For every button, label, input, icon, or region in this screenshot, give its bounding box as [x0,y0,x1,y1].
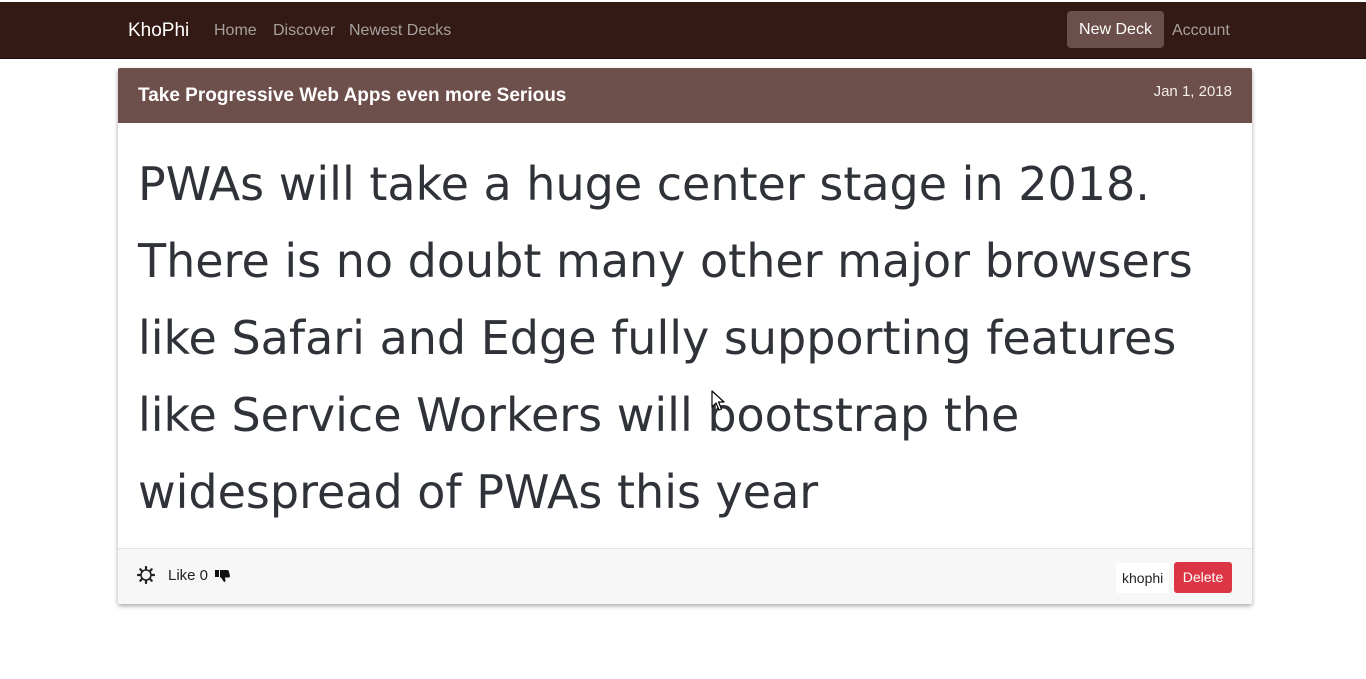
nav-home-link[interactable]: Home [214,21,257,41]
card-title: Take Progressive Web Apps even more Seri… [138,85,567,106]
deck-card: Take Progressive Web Apps even more Seri… [118,68,1252,604]
card-header: Take Progressive Web Apps even more Seri… [118,68,1252,123]
username-tag: khophi [1116,563,1170,593]
like-count[interactable]: Like 0 [168,567,208,585]
thumbs-down-icon[interactable] [215,569,231,583]
nav-discover-link[interactable]: Discover [273,21,335,41]
card-footer: Like 0 khophi Delete [118,548,1252,604]
account-link[interactable]: Account [1172,21,1230,41]
mouse-cursor-icon [711,390,725,412]
brand-link[interactable]: KhoPhi [128,19,189,43]
card-date: Jan 1, 2018 [1153,83,1232,100]
top-navbar: KhoPhi Home Discover Newest Decks New De… [0,2,1366,59]
new-deck-button[interactable]: New Deck [1067,11,1164,48]
gear-icon[interactable] [136,565,156,585]
card-body-text: PWAs will take a huge center stage in 20… [138,157,1193,519]
delete-button[interactable]: Delete [1174,562,1232,593]
nav-newest-decks-link[interactable]: Newest Decks [349,21,451,41]
